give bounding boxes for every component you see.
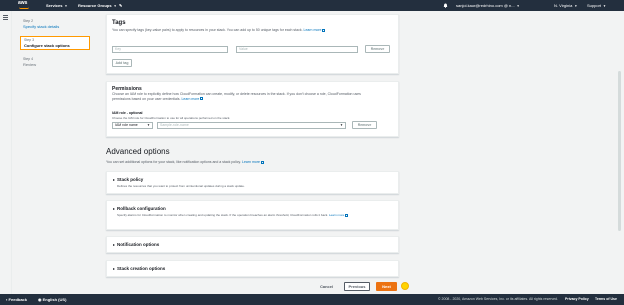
add-tag-button[interactable]: Add tag bbox=[112, 59, 132, 67]
tag-value-input[interactable]: Value bbox=[236, 46, 358, 53]
chat-icon: ▪ bbox=[6, 297, 8, 302]
expander-description-text: Specify alarms for CloudFormation to mon… bbox=[117, 213, 329, 217]
stack-policy-expander[interactable]: Stack policy Defines the resources that … bbox=[106, 171, 399, 194]
permissions-description-text: Choose an IAM role to explicitly define … bbox=[112, 92, 361, 101]
step-2[interactable]: Step 2 Specify stack details bbox=[20, 18, 90, 30]
remove-tag-button[interactable]: Remove bbox=[365, 45, 390, 53]
caret-right-icon bbox=[113, 267, 115, 270]
resource-groups-menu[interactable]: Resource Groups ▼ bbox=[78, 2, 117, 9]
caret-right-icon bbox=[113, 178, 115, 181]
rollback-configuration-expander[interactable]: Rollback configuration Specify alarms fo… bbox=[106, 200, 399, 230]
permissions-description: Choose an IAM role to explicitly define … bbox=[112, 92, 372, 101]
tags-heading: Tags bbox=[112, 20, 126, 26]
copyright-text: © 2008 - 2020, Amazon Web Services, Inc.… bbox=[438, 297, 558, 301]
step-3-active: Step 3 Configure stack options bbox=[20, 36, 90, 50]
caret-down-icon: ▼ bbox=[147, 123, 150, 127]
advanced-options-description: You can set additional options for your … bbox=[106, 160, 264, 164]
advanced-options-heading: Advanced options bbox=[106, 147, 170, 156]
step-title: Review bbox=[23, 62, 37, 67]
cancel-button[interactable]: Cancel bbox=[320, 284, 333, 289]
bell-icon[interactable] bbox=[443, 3, 448, 8]
external-link-icon bbox=[345, 213, 349, 217]
expander-description: Specify alarms for CloudFormation to mon… bbox=[117, 213, 387, 217]
services-menu[interactable]: Services ▼ bbox=[46, 2, 67, 9]
expander-description: Defines the resources that you want to p… bbox=[117, 184, 245, 188]
aws-logo-text: aws bbox=[18, 0, 28, 6]
services-label: Services bbox=[46, 3, 63, 8]
iam-role-label: IAM role - optional bbox=[112, 111, 143, 115]
stack-creation-options-expander[interactable]: Stack creation options bbox=[106, 260, 399, 277]
page-scrollbar[interactable] bbox=[617, 11, 622, 294]
external-link-icon bbox=[322, 28, 326, 32]
support-label: Support bbox=[587, 3, 602, 8]
left-rail bbox=[0, 11, 12, 294]
caret-right-icon bbox=[113, 207, 115, 210]
next-button[interactable]: Next bbox=[376, 282, 397, 291]
iam-role-name-placeholder: Sample-role-name bbox=[160, 123, 189, 127]
learn-more-link[interactable]: Learn more bbox=[242, 160, 260, 164]
caret-down-icon: ▼ bbox=[603, 4, 606, 8]
bottom-bar: ▪ Feedback ◉ English (US) © 2008 - 2020,… bbox=[0, 294, 624, 305]
scrollbar-thumb[interactable] bbox=[618, 71, 621, 231]
learn-more-link[interactable]: Learn more bbox=[329, 213, 344, 217]
previous-button[interactable]: Previous bbox=[344, 282, 370, 291]
caret-down-icon: ▼ bbox=[340, 123, 343, 127]
caret-down-icon: ▼ bbox=[113, 4, 117, 8]
feedback-button[interactable]: ▪ Feedback bbox=[6, 297, 27, 302]
support-menu[interactable]: Support ▼ bbox=[587, 2, 606, 9]
caret-down-icon: ▼ bbox=[574, 4, 578, 8]
expander-title: Rollback configuration bbox=[117, 206, 166, 211]
iam-role-description: Choose the IAM role for CloudFormation t… bbox=[112, 116, 231, 120]
top-navigation-bar: aws Services ▼ Resource Groups ▼ ✎ sanjoi.… bbox=[0, 0, 624, 11]
region-label: N. Virginia bbox=[554, 3, 573, 8]
iam-role-type-select[interactable]: IAM role name ▼ bbox=[112, 122, 153, 129]
language-selector[interactable]: ◉ English (US) bbox=[38, 297, 66, 302]
caret-down-icon: ▼ bbox=[64, 4, 68, 8]
wizard-steps: Step 2 Specify stack details Step 3 Conf… bbox=[20, 18, 90, 74]
tags-description-text: You can specify tags (key-value pairs) t… bbox=[112, 28, 303, 32]
resource-groups-label: Resource Groups bbox=[78, 3, 112, 8]
language-label: English (US) bbox=[42, 297, 67, 302]
region-menu[interactable]: N. Virginia ▼ bbox=[554, 2, 577, 9]
iam-role-name-select[interactable]: Sample-role-name ▼ bbox=[157, 122, 346, 129]
external-link-icon bbox=[200, 97, 204, 101]
step-title: Configure stack options bbox=[24, 43, 70, 48]
aws-smile-icon bbox=[19, 7, 29, 9]
caret-right-icon bbox=[113, 243, 115, 246]
external-link-icon bbox=[260, 160, 264, 164]
advanced-description-text: You can set additional options for your … bbox=[106, 160, 242, 164]
account-menu[interactable]: sanjoi.kaur@redrhino.com @ n... ▼ bbox=[456, 2, 520, 9]
caret-down-icon: ▼ bbox=[516, 4, 520, 8]
terms-of-use-link[interactable]: Terms of Use bbox=[595, 297, 617, 301]
expander-title: Notification options bbox=[117, 242, 160, 247]
globe-icon: ◉ bbox=[38, 297, 42, 302]
pin-icon[interactable]: ✎ bbox=[119, 2, 122, 9]
tag-key-input[interactable]: Key bbox=[112, 46, 228, 53]
aws-logo[interactable]: aws bbox=[18, 1, 32, 10]
expander-title: Stack creation options bbox=[117, 266, 166, 271]
notification-options-expander[interactable]: Notification options bbox=[106, 236, 399, 253]
step-title-link[interactable]: Specify stack details bbox=[23, 24, 87, 29]
step-4: Step 4 Review bbox=[20, 56, 90, 68]
account-label: sanjoi.kaur@redrhino.com @ n... bbox=[456, 3, 515, 8]
learn-more-link[interactable]: Learn more bbox=[181, 97, 199, 101]
learn-more-link[interactable]: Learn more bbox=[304, 28, 322, 32]
tags-description: You can specify tags (key-value pairs) t… bbox=[112, 28, 392, 33]
feedback-label: Feedback bbox=[8, 297, 27, 302]
hamburger-menu-icon[interactable] bbox=[3, 15, 8, 20]
privacy-policy-link[interactable]: Privacy Policy bbox=[565, 297, 589, 301]
expander-title: Stack policy bbox=[117, 177, 144, 182]
tags-panel: Tags You can specify tags (key-value pai… bbox=[106, 14, 399, 74]
iam-role-type-value: IAM role name bbox=[115, 123, 138, 127]
remove-role-button[interactable]: Remove bbox=[352, 121, 377, 129]
permissions-panel: Permissions Choose an IAM role to explic… bbox=[106, 81, 399, 137]
help-icon[interactable] bbox=[401, 282, 409, 290]
